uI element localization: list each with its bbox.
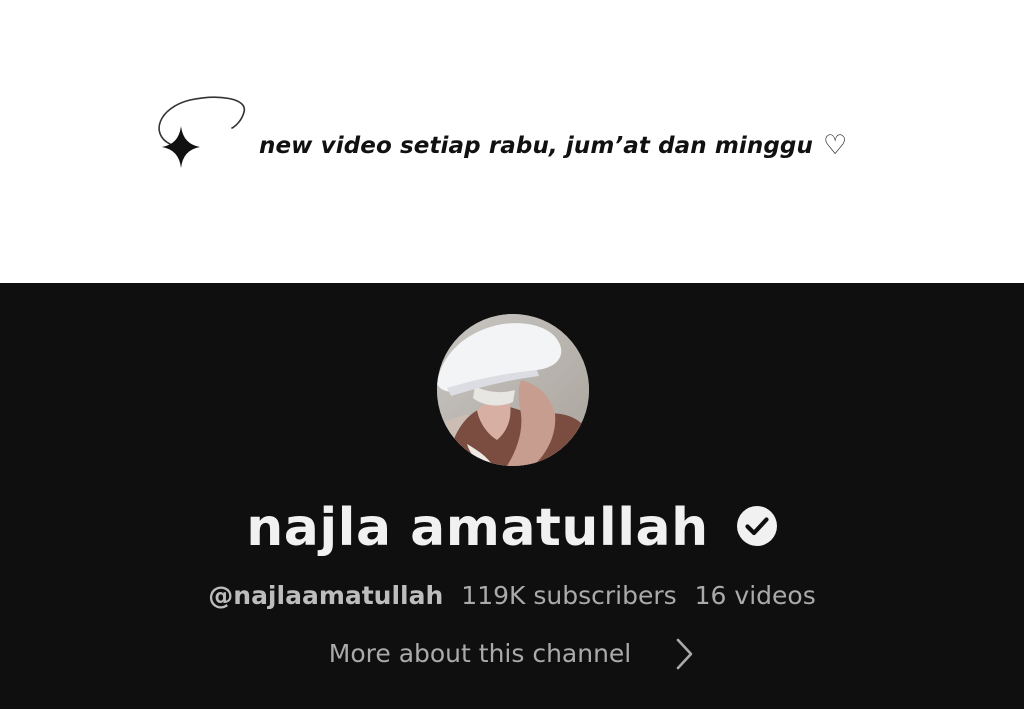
subscriber-count: 119K subscribers — [461, 581, 677, 610]
banner-tagline-text: new video setiap rabu, jum’at dan minggu — [259, 133, 813, 159]
channel-handle: @najlaamatullah — [208, 581, 444, 610]
banner-tagline: new video setiap rabu, jum’at dan minggu… — [259, 126, 847, 166]
channel-banner: new video setiap rabu, jum’at dan minggu… — [0, 0, 1024, 283]
more-about-label: More about this channel — [328, 639, 632, 668]
sparkle-swirl-icon — [158, 96, 245, 168]
heart-icon: ♡ — [822, 130, 848, 161]
channel-name-row: najla amatullah — [0, 493, 1024, 563]
chevron-right-icon — [676, 638, 693, 670]
channel-name: najla amatullah — [246, 498, 709, 558]
channel-avatar[interactable] — [437, 314, 589, 466]
verified-check-icon — [736, 506, 777, 546]
more-about-channel-link[interactable]: More about this channel — [0, 636, 1024, 672]
channel-header: najla amatullah @najlaamatullah 119K subs… — [0, 283, 1024, 709]
video-count: 16 videos — [694, 581, 816, 610]
channel-meta: @najlaamatullah 119K subscribers 16 videos — [0, 579, 1024, 613]
avatar-photo-icon — [437, 314, 589, 466]
